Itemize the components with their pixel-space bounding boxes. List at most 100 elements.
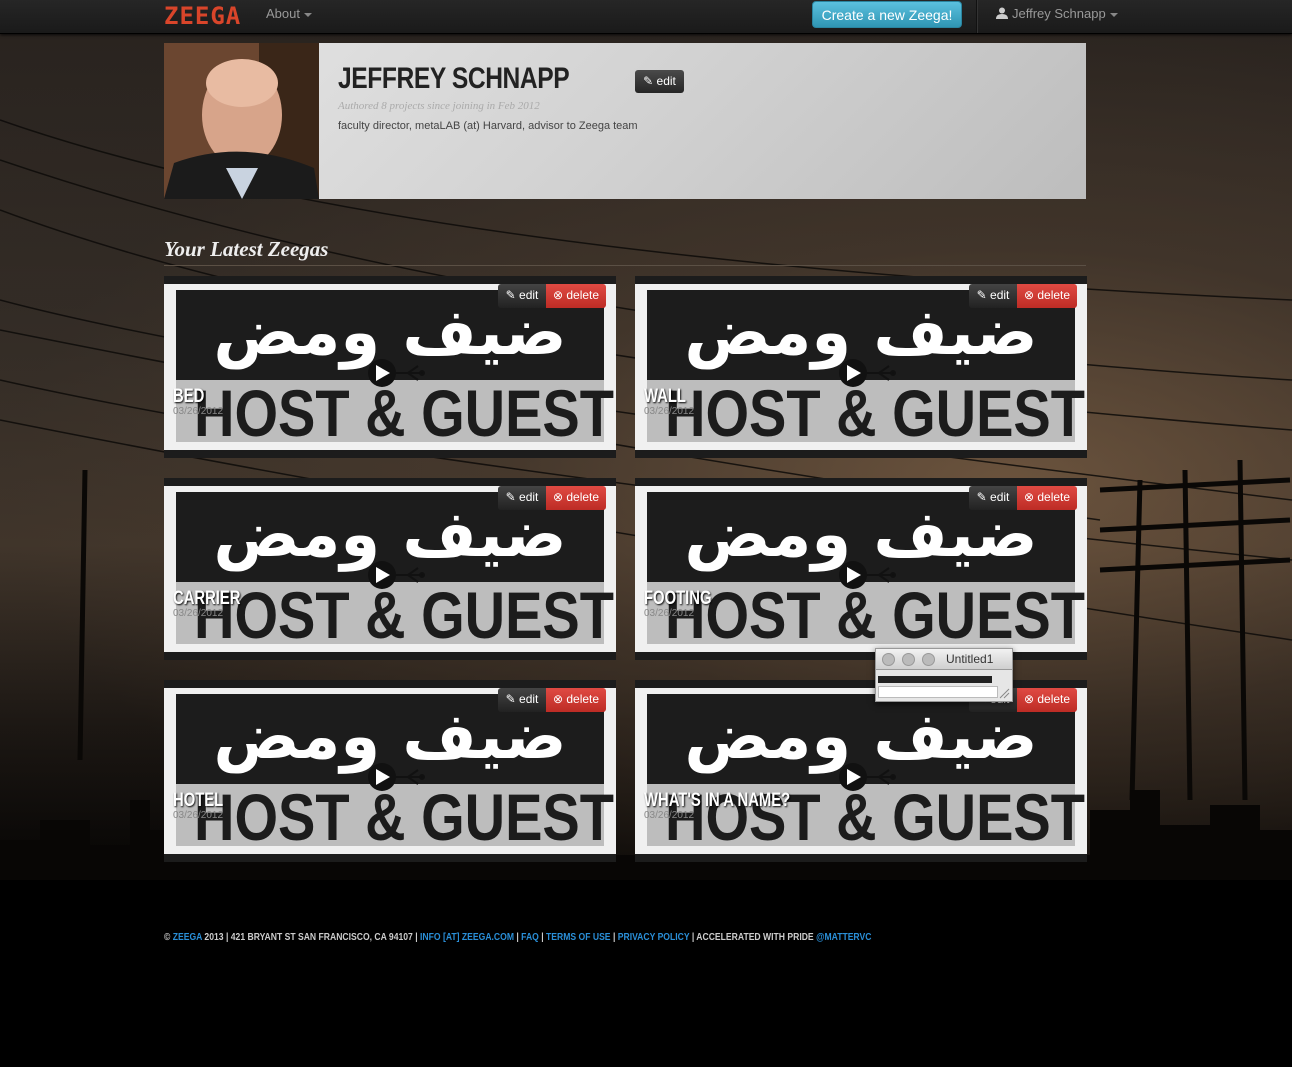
- project-title: BED: [173, 386, 205, 407]
- edit-label: edit: [656, 74, 676, 88]
- chevron-down-icon: [303, 12, 312, 17]
- window-titlebar[interactable]: Untitled1: [876, 649, 1012, 670]
- card-actions: ✎ edit⊗ delete: [498, 284, 606, 308]
- untitled-window[interactable]: Untitled1: [875, 648, 1013, 702]
- edit-profile-button[interactable]: ✎ edit: [635, 70, 684, 93]
- minimize-window-icon[interactable]: [902, 653, 915, 666]
- profile-header: JEFFREY SCHNAPP ✎ edit Authored 8 projec…: [164, 43, 1086, 199]
- footer-address: 2013 | 421 BRYANT ST SAN FRANCISCO, CA 9…: [202, 932, 421, 943]
- remove-circle-icon: ⊗: [1023, 692, 1034, 706]
- play-icon: [839, 561, 867, 589]
- section-title: Your Latest Zeegas: [164, 237, 1086, 266]
- footer-pride-text: | ACCELERATED WITH PRIDE: [689, 932, 817, 943]
- footer-faq-link[interactable]: FAQ: [521, 932, 539, 943]
- delete-button[interactable]: ⊗ delete: [546, 688, 606, 712]
- footer-terms-link[interactable]: TERMS OF USE: [546, 932, 611, 943]
- resize-grip-icon[interactable]: [998, 687, 1010, 699]
- delete-label: delete: [1037, 490, 1071, 504]
- footer-privacy-link[interactable]: PRIVACY POLICY: [618, 932, 690, 943]
- delete-button[interactable]: ⊗ delete: [546, 284, 606, 308]
- footer: © ZEEGA 2013 | 421 BRYANT ST SAN FRANCIS…: [164, 932, 871, 943]
- edit-button[interactable]: ✎ edit: [498, 688, 546, 712]
- pencil-icon: ✎: [976, 288, 987, 302]
- project-title: FOOTING: [644, 588, 712, 609]
- delete-button[interactable]: ⊗ delete: [546, 486, 606, 510]
- remove-circle-icon: ⊗: [1023, 490, 1034, 504]
- remove-circle-icon: ⊗: [552, 288, 563, 302]
- user-menu[interactable]: Jeffrey Schnapp: [996, 6, 1118, 21]
- edit-button[interactable]: ✎ edit: [969, 284, 1017, 308]
- zeega-logo[interactable]: ZEEGA: [164, 3, 241, 29]
- avatar-photo: [164, 43, 319, 199]
- footer-mattervc-link[interactable]: @MATTERVC: [816, 932, 871, 943]
- card-actions: ✎ edit⊗ delete: [969, 486, 1077, 510]
- remove-circle-icon: ⊗: [552, 692, 563, 706]
- edit-button[interactable]: ✎ edit: [969, 486, 1017, 510]
- project-title: HOTEL: [173, 790, 224, 811]
- footer-separator: |: [610, 932, 618, 943]
- about-menu[interactable]: About: [266, 6, 312, 21]
- project-card[interactable]: ضيف ومض HOST & GUEST ✎ edit ⊗ delete WALL 03/…: [635, 276, 1087, 458]
- window-title: Untitled1: [946, 652, 994, 666]
- edit-button[interactable]: ✎ edit: [498, 486, 546, 510]
- window-input[interactable]: [878, 686, 998, 698]
- edit-label: edit: [990, 490, 1010, 504]
- pencil-icon: ✎: [505, 288, 516, 302]
- create-new-zeega-button[interactable]: Create a new Zeega!: [812, 1, 962, 28]
- project-card[interactable]: ضيف ومضHOST & GUEST✎ edit⊗ deleteWHAT'S …: [635, 680, 1087, 862]
- project-title: CARRIER: [173, 588, 241, 609]
- delete-button[interactable]: ⊗ delete: [1017, 284, 1077, 308]
- edit-button[interactable]: ✎ edit: [498, 284, 546, 308]
- avatar: [164, 43, 319, 199]
- project-title: WALL: [644, 386, 686, 407]
- user-name: Jeffrey Schnapp: [1012, 6, 1106, 21]
- delete-label: delete: [566, 288, 600, 302]
- card-actions: ✎ edit⊗ delete: [498, 486, 606, 510]
- close-window-icon[interactable]: [882, 653, 895, 666]
- project-date: 03/26/2012: [173, 406, 224, 417]
- project-card[interactable]: ضيف ومض HOST & GUEST ✎ edit ⊗ delete BED 03/2…: [164, 276, 616, 458]
- footer-email-link[interactable]: INFO [AT] ZEEGA.COM: [420, 932, 514, 943]
- thumbnail-english-text: HOST & GUEST: [194, 780, 614, 854]
- delete-label: delete: [566, 490, 600, 504]
- about-label: About: [266, 6, 300, 21]
- play-icon: [839, 359, 867, 387]
- pencil-icon: ✎: [505, 490, 516, 504]
- play-icon: [839, 763, 867, 791]
- project-date: 03/26/2012: [644, 810, 695, 821]
- zoom-window-icon[interactable]: [922, 653, 935, 666]
- chevron-down-icon: [1109, 12, 1118, 17]
- top-navbar: ZEEGA About Create a new Zeega! Jeffrey …: [0, 0, 1292, 34]
- pencil-icon: ✎: [976, 490, 987, 504]
- edit-label: edit: [519, 490, 539, 504]
- profile-meta: Authored 8 projects since joining in Feb…: [338, 100, 540, 112]
- delete-label: delete: [566, 692, 600, 706]
- card-actions: ✎ edit⊗ delete: [969, 284, 1077, 308]
- project-date: 03/26/2012: [644, 608, 695, 619]
- profile-bio: faculty director, metaLAB (at) Harvard, …: [338, 120, 638, 132]
- thumbnail-english-text: HOST & GUEST: [665, 376, 1085, 450]
- project-card[interactable]: ضيف ومض HOST & GUEST ✎ edit ⊗ delete CARRIER…: [164, 478, 616, 660]
- card-actions: ✎ edit⊗ delete: [498, 688, 606, 712]
- project-date: 03/26/2012: [173, 608, 224, 619]
- delete-button[interactable]: ⊗ delete: [1017, 486, 1077, 510]
- project-card[interactable]: ضيف ومض HOST & GUEST ✎ edit ⊗ delete HOTEL 03…: [164, 680, 616, 862]
- play-icon: [368, 763, 396, 791]
- thumbnail-english-text: HOST & GUEST: [194, 578, 614, 652]
- edit-label: edit: [519, 288, 539, 302]
- play-icon: [368, 561, 396, 589]
- delete-label: delete: [1037, 288, 1071, 302]
- footer-zeega-link[interactable]: ZEEGA: [173, 932, 202, 943]
- window-toolbar: [878, 676, 992, 683]
- profile-name: JEFFREY SCHNAPP: [338, 62, 570, 95]
- delete-button[interactable]: ⊗ delete: [1017, 688, 1077, 712]
- project-date: 03/26/2012: [173, 810, 224, 821]
- play-icon: [368, 359, 396, 387]
- thumbnail-english-text: HOST & GUEST: [665, 578, 1085, 652]
- delete-label: delete: [1037, 692, 1071, 706]
- thumbnail-english-text: HOST & GUEST: [194, 376, 614, 450]
- project-card[interactable]: ضيف ومض HOST & GUEST ✎ edit ⊗ delete FOOTING…: [635, 478, 1087, 660]
- user-icon: [996, 7, 1008, 19]
- edit-label: edit: [519, 692, 539, 706]
- pencil-icon: ✎: [643, 74, 654, 88]
